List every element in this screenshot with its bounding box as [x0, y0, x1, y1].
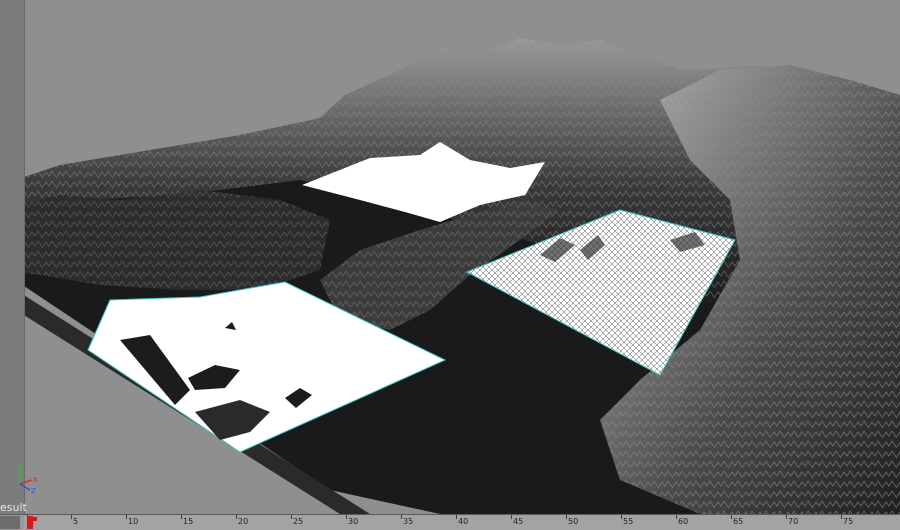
- tick-label: 20: [238, 517, 249, 526]
- axis-gizmo: Y X Z: [12, 462, 42, 494]
- viewport-left-strip: [0, 0, 25, 514]
- tick-label: 50: [568, 517, 579, 526]
- 3d-viewport[interactable]: Y X Z esult: [0, 0, 900, 514]
- tick-label: 45: [513, 517, 524, 526]
- svg-text:X: X: [33, 476, 38, 484]
- tick-label: 5: [73, 517, 79, 526]
- tick-label: 35: [403, 517, 414, 526]
- status-text: esult: [0, 501, 27, 514]
- timeline-track[interactable]: 1 5 10 15 20 25 30 35 40 45 50 55 60 65 …: [24, 515, 900, 530]
- playhead[interactable]: [27, 516, 37, 529]
- tick-label: 70: [788, 517, 799, 526]
- tick-label: 25: [293, 517, 304, 526]
- tick-label: 60: [678, 517, 689, 526]
- tick-label: 65: [733, 517, 744, 526]
- tick-label: 55: [623, 517, 634, 526]
- svg-text:Y: Y: [16, 462, 22, 468]
- tick-label: 40: [458, 517, 469, 526]
- svg-text:Z: Z: [31, 487, 36, 494]
- tick-label: 15: [183, 517, 194, 526]
- terrain-scene: [0, 38, 900, 514]
- tick-label: 30: [348, 517, 359, 526]
- timeline-left-handle[interactable]: [0, 516, 20, 529]
- tick-label: 10: [128, 517, 139, 526]
- timeline[interactable]: 1 5 10 15 20 25 30 35 40 45 50 55 60 65 …: [0, 514, 900, 530]
- tick-label: 75: [843, 517, 854, 526]
